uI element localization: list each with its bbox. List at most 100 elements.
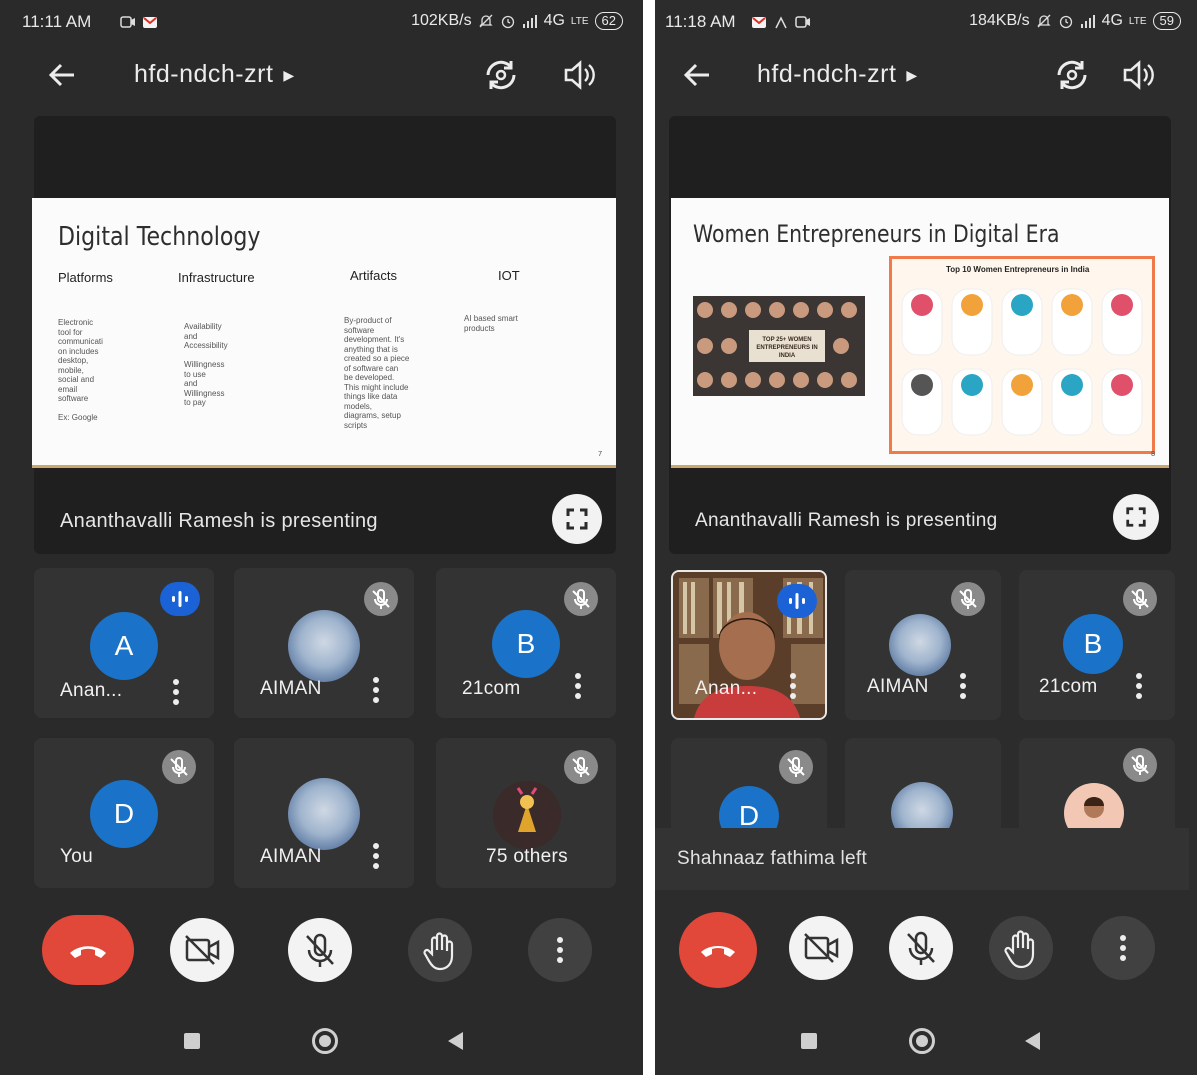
system-nav-bar	[655, 1027, 1197, 1057]
participant-name: You	[60, 846, 93, 867]
home-icon[interactable]	[312, 1028, 338, 1054]
others-tile[interactable]: 75 others	[436, 738, 616, 888]
mic-off-icon	[1131, 755, 1149, 775]
hand-icon	[1004, 930, 1035, 969]
muted-indicator	[779, 750, 813, 784]
muted-indicator	[364, 582, 398, 616]
collage-image: TOP 25+ WOMEN ENTREPRENEURS IN INDIA	[693, 296, 865, 396]
more-options-icon[interactable]	[789, 672, 797, 700]
mic-off-icon	[372, 589, 390, 609]
participant-tile[interactable]: AIMAN	[845, 570, 1001, 720]
home-icon[interactable]	[909, 1028, 935, 1054]
slide-footer-bar	[32, 465, 616, 468]
status-time: 11:11 AM	[22, 12, 92, 31]
column-text: Electronic tool for communicati on inclu…	[58, 318, 103, 422]
notification-icons	[751, 14, 811, 30]
notification-icons	[120, 14, 158, 30]
status-time: 11:18 AM	[665, 12, 736, 31]
app-bar: hfd-ndch-zrt ▶	[0, 50, 643, 100]
participant-name: 21com	[462, 678, 521, 699]
collage-caption: TOP 25+ WOMEN ENTREPRENEURS IN INDIA	[756, 337, 818, 359]
participant-video-tile[interactable]: Anan...	[671, 570, 827, 720]
mic-off-icon	[170, 757, 188, 777]
muted-indicator	[1123, 582, 1157, 616]
end-call-button[interactable]	[42, 915, 134, 985]
slide-title: Women Entrepreneurs in Digital Era	[693, 220, 1060, 248]
fullscreen-icon	[566, 508, 588, 530]
status-bar: 11:11 AM 102KB/s 4G LTE 62	[0, 8, 643, 36]
slide-footer-bar	[671, 465, 1169, 468]
participant-name: AIMAN	[260, 846, 322, 867]
network-speed: 102KB/s	[411, 12, 472, 29]
lte-label: LTE	[1128, 15, 1147, 27]
avatar: A	[90, 612, 158, 680]
more-options-icon[interactable]	[172, 678, 180, 706]
switch-camera-icon[interactable]	[1053, 56, 1091, 94]
presenting-label: Ananthavalli Ramesh is presenting	[60, 510, 378, 532]
muted-indicator	[564, 750, 598, 784]
mic-off-icon	[572, 757, 590, 777]
raise-hand-button[interactable]	[989, 916, 1053, 980]
more-options-button[interactable]	[1091, 916, 1155, 980]
column-heading: Artifacts	[350, 268, 397, 283]
fullscreen-button[interactable]	[1113, 494, 1159, 540]
participant-name: 21com	[1039, 676, 1098, 697]
participant-tile[interactable]: B 21com	[436, 568, 616, 718]
back-arrow-icon[interactable]	[679, 58, 715, 92]
participant-tile[interactable]: AIMAN	[234, 738, 414, 888]
presentation-stage: Women Entrepreneurs in Digital Era TOP 2…	[669, 116, 1171, 554]
end-call-button[interactable]	[679, 912, 757, 988]
participant-tile[interactable]: A Anan...	[34, 568, 214, 718]
participant-name: Anan...	[60, 680, 123, 701]
avatar: B	[1063, 614, 1123, 674]
mic-off-button[interactable]	[889, 916, 953, 980]
speaker-icon[interactable]	[1121, 58, 1155, 92]
network-type: 4G	[543, 12, 565, 29]
mic-off-icon	[306, 933, 334, 967]
raise-hand-button[interactable]	[408, 918, 472, 982]
more-options-button[interactable]	[528, 918, 592, 982]
recents-icon[interactable]	[184, 1033, 200, 1049]
back-icon[interactable]	[448, 1032, 463, 1050]
gmail-icon	[752, 17, 766, 28]
switch-camera-icon[interactable]	[482, 56, 520, 94]
participant-tile[interactable]: AIMAN	[234, 568, 414, 718]
muted-indicator	[1123, 748, 1157, 782]
column-heading: Infrastructure	[178, 270, 255, 285]
right-phone-screen: 11:18 AM 184KB/s 4G LTE 59 hfd-ndch-zrt ▶…	[655, 0, 1197, 1075]
mute-bell-icon	[1037, 14, 1051, 28]
participant-name: Anan...	[695, 678, 758, 699]
back-icon[interactable]	[1025, 1032, 1040, 1050]
more-options-icon[interactable]	[372, 842, 380, 870]
back-arrow-icon[interactable]	[44, 58, 80, 92]
fullscreen-button[interactable]	[552, 494, 602, 544]
more-options-icon[interactable]	[574, 672, 582, 700]
more-options-icon[interactable]	[372, 676, 380, 704]
others-avatar-icon	[493, 781, 561, 849]
meeting-title[interactable]: hfd-ndch-zrt ▶	[134, 60, 295, 89]
participant-tile[interactable]: D You	[34, 738, 214, 888]
camera-off-button[interactable]	[170, 918, 234, 982]
slide-title: Digital Technology	[58, 222, 261, 252]
avatar: D	[90, 780, 158, 848]
more-options-icon[interactable]	[959, 672, 967, 700]
caret-right-icon: ▶	[906, 66, 918, 83]
meeting-title[interactable]: hfd-ndch-zrt ▶	[757, 60, 918, 89]
column-text: By-product of software development. It's…	[344, 316, 410, 430]
muted-indicator	[951, 582, 985, 616]
participant-tile[interactable]: B 21com	[1019, 570, 1175, 720]
status-right: 184KB/s 4G LTE 59	[969, 12, 1181, 30]
audio-level-icon	[172, 591, 188, 607]
muted-indicator	[564, 582, 598, 616]
more-options-icon[interactable]	[1135, 672, 1143, 700]
speaker-icon[interactable]	[562, 58, 596, 92]
speaking-indicator	[777, 584, 817, 618]
notification-icon	[775, 16, 787, 29]
hand-icon	[423, 932, 454, 971]
video-off-icon	[804, 933, 839, 963]
recents-icon[interactable]	[801, 1033, 817, 1049]
mic-off-button[interactable]	[288, 918, 352, 982]
muted-indicator	[162, 750, 196, 784]
mic-off-icon	[907, 931, 935, 965]
camera-off-button[interactable]	[789, 916, 853, 980]
